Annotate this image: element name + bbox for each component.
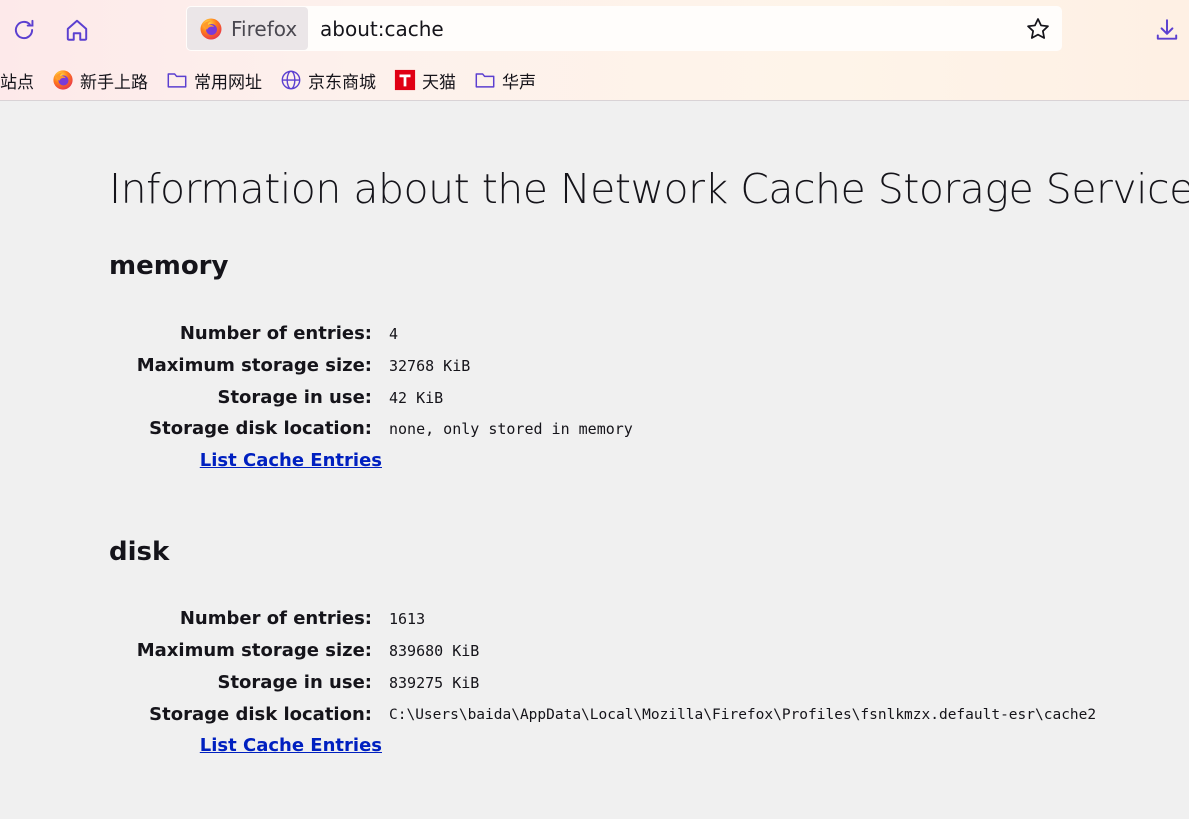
url-input[interactable] — [320, 16, 1010, 42]
browser-toolbar: Firefox 站点 新手上路 — [0, 0, 1189, 101]
info-value: 42 KiB — [389, 389, 444, 407]
bookmark-star-button[interactable] — [1024, 15, 1052, 43]
info-value: 32768 KiB — [389, 357, 471, 375]
info-value: 839275 KiB — [389, 674, 480, 692]
info-value: 1613 — [389, 610, 426, 628]
list-cache-entries-link-disk[interactable]: List Cache Entries — [200, 730, 382, 762]
info-value: C:\Users\baida\AppData\Local\Mozilla\Fir… — [389, 707, 1097, 723]
info-label: Maximum storage size: — [136, 640, 372, 661]
tmall-icon — [394, 69, 416, 91]
info-label: Number of entries: — [179, 323, 372, 344]
bookmark-getting-started[interactable]: 新手上路 — [52, 68, 148, 93]
info-label: Storage in use: — [217, 387, 372, 408]
info-label: Maximum storage size: — [136, 355, 372, 376]
star-icon — [1027, 18, 1049, 39]
info-value: 4 — [389, 325, 399, 343]
bookmark-tmall[interactable]: 天猫 — [394, 68, 456, 93]
section-heading-disk: disk — [109, 537, 170, 567]
bookmark-folder-huasheng[interactable]: 华声 — [474, 68, 536, 93]
info-row-entries: Number of entries: 1613 — [109, 603, 1169, 635]
info-value: 839680 KiB — [389, 642, 480, 660]
info-label: Storage in use: — [217, 672, 372, 693]
bookmark-folder-common-sites[interactable]: 常用网址 — [166, 68, 262, 93]
reload-icon — [14, 19, 34, 40]
downloads-button[interactable] — [1151, 14, 1183, 46]
download-icon — [1156, 19, 1178, 40]
info-label: Number of entries: — [179, 608, 372, 629]
bookmark-label: 京东商城 — [308, 72, 376, 93]
home-icon — [66, 19, 88, 41]
firefox-icon — [200, 18, 222, 39]
bookmarks-toolbar: 站点 新手上路 常用网址 京东商城 天猫 华声 — [0, 62, 1189, 98]
info-value: none, only stored in memory — [389, 420, 633, 438]
info-row-in-use: Storage in use: 839275 KiB — [109, 667, 1169, 699]
home-button[interactable] — [61, 14, 93, 46]
info-row-disk-location: Storage disk location: none, only stored… — [109, 413, 1169, 445]
bookmark-sites[interactable]: 站点 — [0, 68, 34, 93]
info-label: Storage disk location: — [149, 418, 372, 439]
info-row-entries: Number of entries: 4 — [109, 318, 1169, 350]
identity-label: Firefox — [231, 16, 298, 41]
info-row-max-size: Maximum storage size: 839680 KiB — [109, 635, 1169, 667]
page-title: Information about the Network Cache Stor… — [109, 165, 1189, 213]
bookmark-label: 站点 — [0, 72, 34, 93]
reload-button[interactable] — [8, 14, 40, 46]
globe-icon — [281, 70, 301, 90]
bookmark-label: 常用网址 — [194, 72, 262, 93]
info-label: Storage disk location: — [149, 704, 372, 725]
list-cache-entries-link-memory[interactable]: List Cache Entries — [200, 445, 382, 477]
firefox-icon — [53, 70, 73, 90]
bookmark-jd[interactable]: 京东商城 — [280, 68, 376, 93]
info-row-max-size: Maximum storage size: 32768 KiB — [109, 350, 1169, 382]
info-row-disk-location: Storage disk location: C:\Users\baida\Ap… — [109, 699, 1169, 731]
bookmark-label: 天猫 — [422, 72, 456, 93]
section-heading-memory: memory — [109, 251, 229, 281]
folder-icon — [475, 73, 495, 88]
bookmark-label: 华声 — [502, 72, 536, 93]
url-bar[interactable]: Firefox — [186, 6, 1062, 51]
bookmark-label: 新手上路 — [80, 72, 148, 93]
identity-box[interactable]: Firefox — [187, 7, 308, 50]
info-row-in-use: Storage in use: 42 KiB — [109, 382, 1169, 414]
folder-icon — [167, 73, 187, 88]
